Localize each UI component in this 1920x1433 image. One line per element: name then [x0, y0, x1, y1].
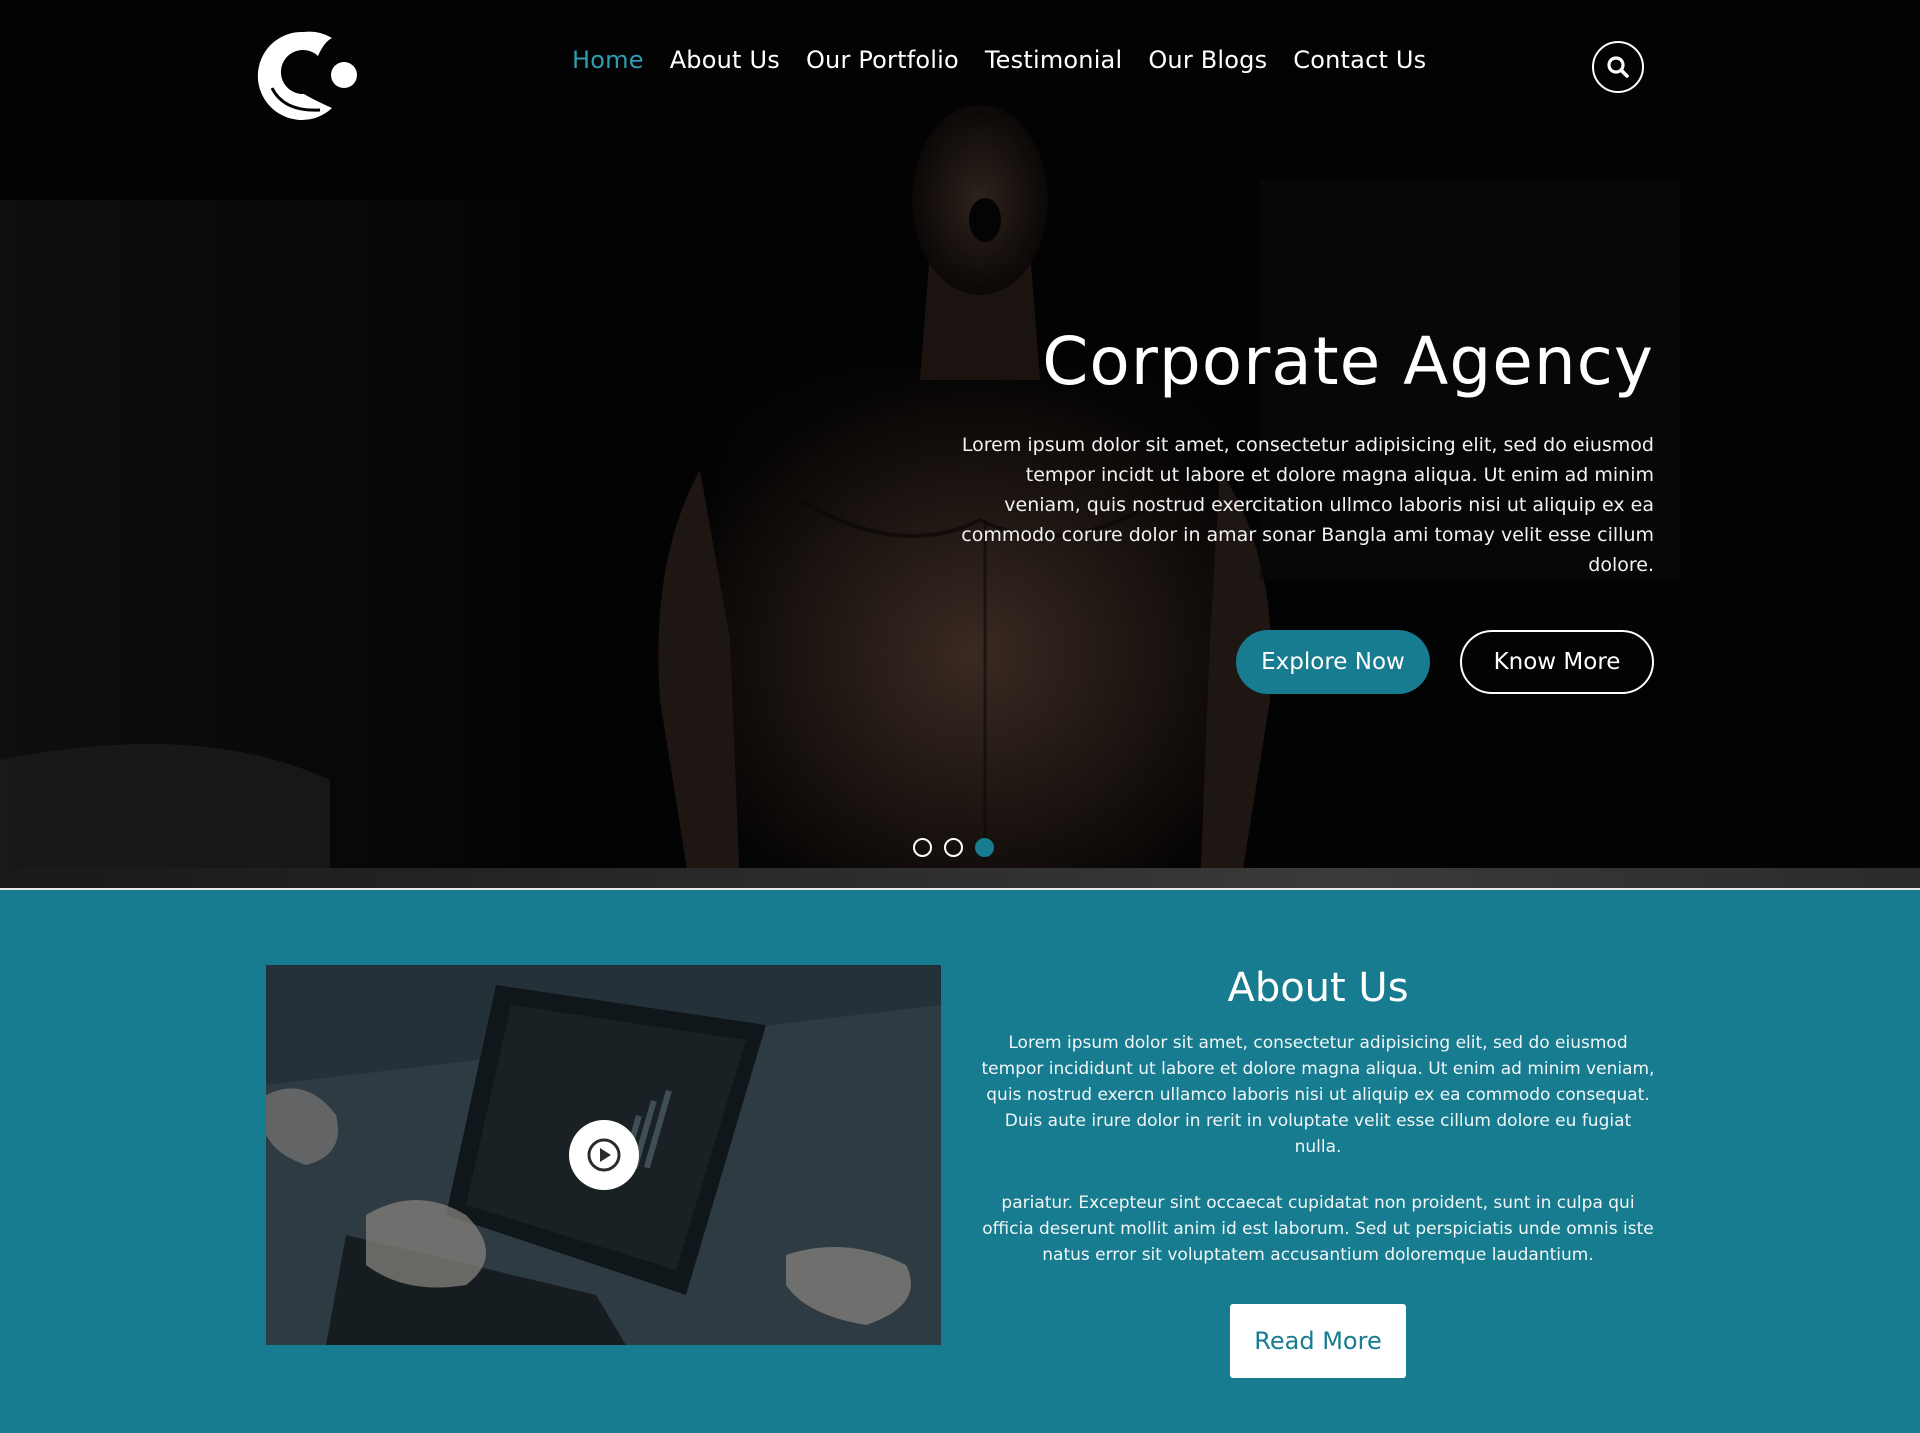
about-paragraph-1: Lorem ipsum dolor sit amet, consectetur …	[981, 1033, 1655, 1157]
nav-item-contact-us[interactable]: Contact Us	[1293, 46, 1426, 74]
hero-section: Home About Us Our Portfolio Testimonial …	[0, 0, 1920, 888]
play-video-button[interactable]	[569, 1120, 639, 1190]
know-more-button[interactable]: Know More	[1460, 630, 1654, 694]
nav-item-testimonial[interactable]: Testimonial	[985, 46, 1122, 74]
play-icon	[587, 1138, 621, 1172]
hero-button-group: Explore Now Know More	[934, 630, 1654, 694]
read-more-button[interactable]: Read More	[1230, 1304, 1406, 1378]
hero-description: Lorem ipsum dolor sit amet, consectetur …	[961, 434, 1654, 576]
top-navigation-bar: Home About Us Our Portfolio Testimonial …	[0, 0, 1920, 130]
hero-content: Corporate Agency Lorem ipsum dolor sit a…	[934, 318, 1654, 694]
company-logo[interactable]	[254, 28, 358, 120]
logo-icon	[257, 31, 357, 120]
search-icon	[1607, 56, 1629, 78]
explore-now-button[interactable]: Explore Now	[1236, 630, 1430, 694]
nav-item-our-portfolio[interactable]: Our Portfolio	[806, 46, 959, 74]
slider-dot-2[interactable]	[944, 838, 963, 857]
main-navigation: Home About Us Our Portfolio Testimonial …	[572, 46, 1426, 74]
nav-item-our-blogs[interactable]: Our Blogs	[1148, 46, 1267, 74]
slider-dot-3[interactable]	[975, 838, 994, 857]
about-video-thumbnail[interactable]	[266, 965, 941, 1345]
hero-bottom-strip	[0, 868, 1920, 888]
about-text-block: About Us Lorem ipsum dolor sit amet, con…	[980, 960, 1656, 1378]
slider-dot-1[interactable]	[913, 838, 932, 857]
about-section: About Us Lorem ipsum dolor sit amet, con…	[0, 890, 1920, 1433]
search-button[interactable]	[1592, 41, 1644, 93]
about-paragraph-2: pariatur. Excepteur sint occaecat cupida…	[982, 1193, 1654, 1265]
nav-item-home[interactable]: Home	[572, 46, 644, 74]
nav-item-about-us[interactable]: About Us	[670, 46, 780, 74]
about-title: About Us	[1227, 965, 1409, 1011]
slider-pagination	[913, 838, 994, 857]
hero-title: Corporate Agency	[1042, 323, 1654, 400]
